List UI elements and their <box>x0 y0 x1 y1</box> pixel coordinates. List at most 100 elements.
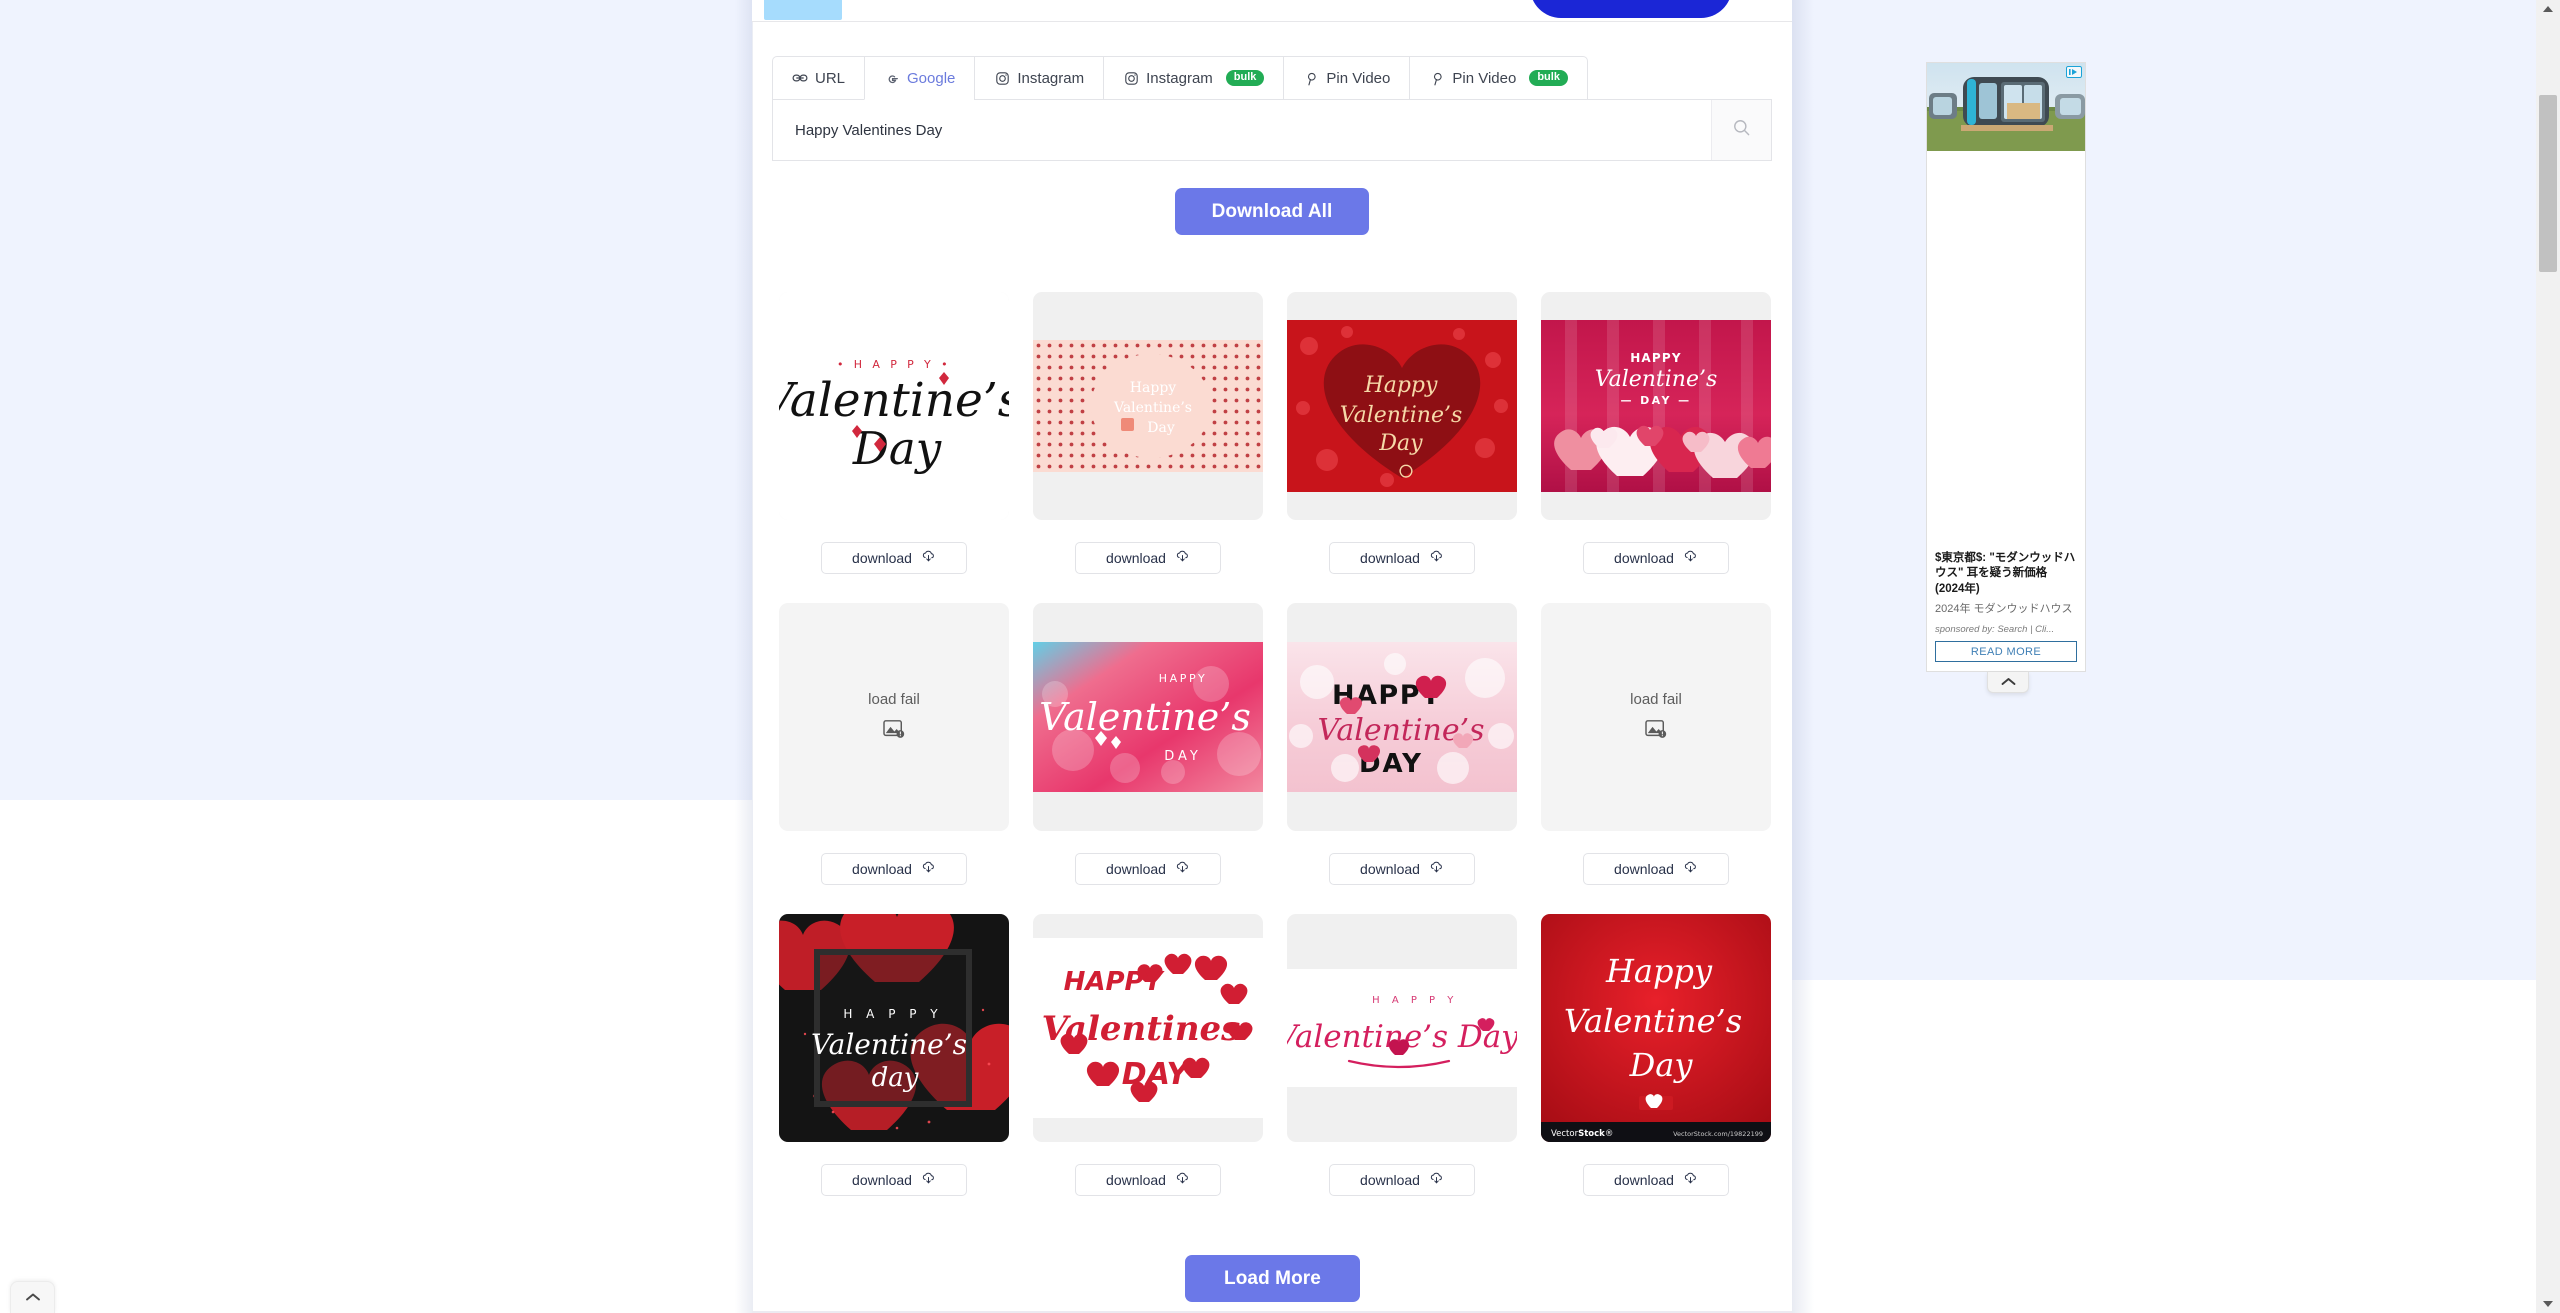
tab-label: Instagram <box>1146 69 1213 87</box>
search-bar <box>772 99 1772 161</box>
load-fail-placeholder: load fail <box>779 603 1009 831</box>
result-thumbnail[interactable]: H A P P Y Valentine’s Day <box>1287 914 1517 1142</box>
download-button-label: download <box>852 861 912 877</box>
svg-text:Valentine’s: Valentine’s <box>1564 1002 1742 1040</box>
result-thumbnail[interactable]: Happy Valentine’s Day <box>1033 292 1263 520</box>
result-image: Happy Valentine’s Day VectorStock® VectorSto… <box>1541 914 1771 1142</box>
download-button-row: download <box>1541 542 1771 574</box>
download-button-row: download <box>1033 542 1263 574</box>
svg-text:HAPPY: HAPPY <box>1064 967 1166 997</box>
download-button[interactable]: download <box>1583 853 1729 885</box>
ad-choices-icon[interactable] <box>2066 65 2082 78</box>
svg-text:Day: Day <box>852 422 942 475</box>
result-card: H A P P Y Valentine’s day download <box>779 914 1009 1225</box>
cloud-download-icon <box>1429 860 1444 878</box>
tab-instagram-bulk[interactable]: Instagram bulk <box>1103 56 1284 100</box>
page-root: URL Google Instagram Instagram bulk Pin Video… <box>0 0 2560 1313</box>
ad-read-more-button[interactable]: READ MORE <box>1935 641 2077 662</box>
svg-text:H A P P Y: H A P P Y <box>843 1007 942 1021</box>
tab-pin-video[interactable]: Pin Video <box>1283 56 1410 100</box>
site-header-strip <box>752 0 1792 22</box>
download-button-label: download <box>1614 550 1674 566</box>
content-edge-shadow-right <box>1792 0 1814 1313</box>
svg-text:H A P P Y: H A P P Y <box>1372 995 1458 1006</box>
header-cta-button[interactable] <box>1530 0 1732 18</box>
scrollbar-thumb[interactable] <box>2539 95 2557 272</box>
download-button-label: download <box>852 550 912 566</box>
pinterest-icon <box>1303 70 1319 86</box>
scroll-down-arrow[interactable] <box>2536 1295 2560 1313</box>
cloud-download-icon <box>1175 549 1190 567</box>
result-thumbnail[interactable]: HAPPY Valentines DAY <box>1033 914 1263 1142</box>
result-thumbnail[interactable]: • H A P P Y • Valentine’sDay <box>779 292 1009 520</box>
download-button[interactable]: download <box>1583 1164 1729 1196</box>
result-thumbnail[interactable]: HAPPY Valentine’s DAY <box>1033 603 1263 831</box>
svg-text:Valentine’s: Valentine’s <box>1039 695 1251 739</box>
load-more-button[interactable]: Load More <box>1185 1255 1360 1302</box>
download-button[interactable]: download <box>821 542 967 574</box>
tab-label: Instagram <box>1017 69 1085 87</box>
download-button-row: download <box>1287 853 1517 885</box>
svg-text:Valentines: Valentines <box>1042 1009 1241 1049</box>
download-button[interactable]: download <box>821 1164 967 1196</box>
download-button-label: download <box>1360 550 1420 566</box>
cloud-download-icon <box>921 1171 936 1189</box>
ad-headline[interactable]: $東京都$: "モダンウッドハウス" 耳を疑う新価格 (2024年) <box>1935 551 2077 597</box>
download-button-row: download <box>1541 853 1771 885</box>
tab-google[interactable]: Google <box>864 56 975 100</box>
cloud-download-icon <box>1429 549 1444 567</box>
result-thumbnail[interactable]: H A P P Y Valentine’s day <box>779 914 1009 1142</box>
page-background-left-lower <box>0 800 752 1313</box>
download-all-button[interactable]: Download All <box>1175 188 1369 235</box>
results-grid: • H A P P Y •Valentine’sDay download Happy… <box>779 292 1771 1225</box>
tab-bulk-badge: bulk <box>1225 70 1265 86</box>
page-scrollbar[interactable] <box>2536 0 2560 1313</box>
result-image: • H A P P Y • Valentine’sDay <box>779 292 1009 520</box>
load-fail-text: load fail <box>868 690 920 708</box>
download-button[interactable]: download <box>1075 542 1221 574</box>
ad-image-artwork <box>1927 63 2085 151</box>
link-icon <box>792 70 808 86</box>
ad-description: 2024年 モダンウッドハウス <box>1935 602 2073 615</box>
result-card: HAPPY Valentine’s DAY download <box>1287 603 1517 914</box>
ad-collapse-button[interactable] <box>1987 672 2029 693</box>
download-button[interactable]: download <box>1329 853 1475 885</box>
result-thumbnail[interactable]: Happy Valentine’s Day VectorStock® VectorSto… <box>1541 914 1771 1142</box>
svg-text:Happy: Happy <box>1364 373 1438 398</box>
broken-image-icon <box>1645 719 1667 738</box>
download-button[interactable]: download <box>1329 1164 1475 1196</box>
download-button[interactable]: download <box>821 853 967 885</box>
result-image: H A P P Y Valentine’sday <box>779 914 1009 1142</box>
result-image: HAPPYValentine’sDAY <box>1287 642 1517 792</box>
result-image: Happy Valentine’s Day <box>1033 340 1263 472</box>
advertisement-panel[interactable]: $東京都$: "モダンウッドハウス" 耳を疑う新価格 (2024年) 2024年… <box>1926 62 2086 672</box>
tab-label: Pin Video <box>1452 69 1517 87</box>
instagram-icon <box>1123 70 1139 86</box>
svg-text:Day: Day <box>1378 431 1423 456</box>
result-card: Happy Valentine’s Day VectorStock® VectorSto… <box>1541 914 1771 1225</box>
tab-instagram[interactable]: Instagram <box>974 56 1104 100</box>
download-button[interactable]: download <box>1329 542 1475 574</box>
scroll-up-arrow[interactable] <box>2536 0 2560 18</box>
tab-url[interactable]: URL <box>772 56 865 100</box>
tab-pin-video-bulk[interactable]: Pin Video bulk <box>1409 56 1588 100</box>
search-input[interactable] <box>773 100 1711 160</box>
download-button[interactable]: download <box>1075 1164 1221 1196</box>
result-thumbnail[interactable]: Happy Valentine’s Day <box>1287 292 1517 520</box>
result-image: HAPPYValentine’sDAY <box>1033 642 1263 792</box>
result-thumbnail[interactable]: HAPPY Valentine’s — DAY — <box>1541 292 1771 520</box>
broken-image-icon <box>883 719 905 738</box>
result-thumbnail[interactable]: HAPPY Valentine’s DAY <box>1287 603 1517 831</box>
result-image: HAPPY Valentine’s — DAY — <box>1541 320 1771 492</box>
download-button-label: download <box>1614 1172 1674 1188</box>
result-thumbnail-failed[interactable]: load fail <box>1541 603 1771 831</box>
result-thumbnail-failed[interactable]: load fail <box>779 603 1009 831</box>
page-background-left <box>0 0 752 800</box>
search-submit-button[interactable] <box>1711 100 1771 160</box>
download-button[interactable]: download <box>1583 542 1729 574</box>
download-button[interactable]: download <box>1075 853 1221 885</box>
svg-text:Day: Day <box>1629 1046 1694 1084</box>
download-button-label: download <box>1614 861 1674 877</box>
chevron-up-icon <box>2001 673 2016 691</box>
scroll-to-top-button[interactable] <box>10 1281 55 1313</box>
